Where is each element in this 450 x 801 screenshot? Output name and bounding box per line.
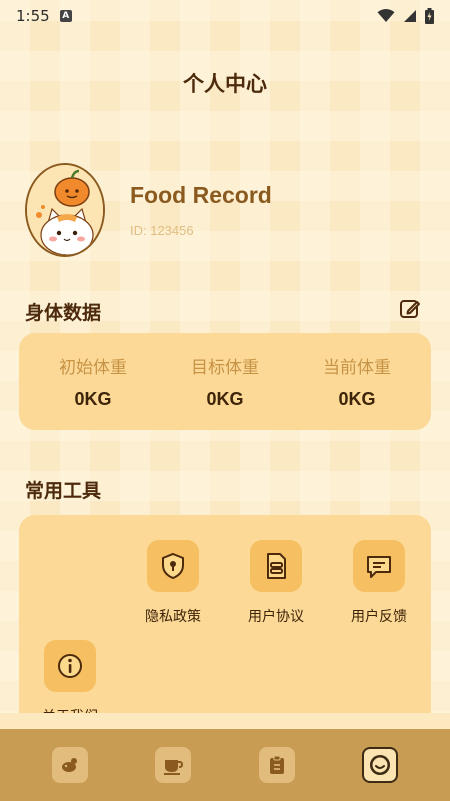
stat-target-weight: 目标体重 0KG [165,353,285,410]
tool-label: 隐私政策 [145,609,201,625]
stat-value: 0KG [206,389,244,409]
message-icon [367,556,391,578]
info-icon [58,654,82,678]
avatar[interactable] [25,163,105,257]
cup-icon [164,760,184,775]
profile-name: Food Record [130,182,272,208]
signal-icon [404,10,416,22]
clipboard-icon [269,755,284,774]
stat-label: 目标体重 [191,358,259,378]
notification-a-icon: A [59,10,72,22]
food-icon [61,758,77,772]
bottom-tab-bar [0,729,450,801]
tab-drinks[interactable] [155,747,192,783]
stat-initial-weight: 初始体重 0KG [33,353,153,410]
battery-icon [425,8,434,24]
stat-value: 0KG [74,389,112,409]
profile-id: ID: 123456 [130,223,194,238]
tool-user-feedback[interactable]: 用户反馈 [339,540,419,626]
stat-label: 初始体重 [59,358,127,378]
tools-title: 常用工具 [25,480,102,502]
tool-label: 用户协议 [248,609,304,625]
tab-bar-divider [0,713,450,729]
tool-user-agreement[interactable]: 用户协议 [236,540,316,626]
tab-food[interactable] [51,747,88,783]
page-title: 个人中心 [183,72,267,96]
profile-face-icon [370,755,391,775]
body-data-title: 身体数据 [25,302,102,324]
status-time: 1:55 [16,7,50,25]
shield-lock-icon [162,552,184,580]
tab-records[interactable] [258,747,295,783]
body-data-card: 初始体重 0KG 目标体重 0KG 当前体重 0KG [19,333,431,430]
stat-value: 0KG [338,389,376,409]
wifi-icon [377,9,395,22]
tool-privacy-policy[interactable]: 隐私政策 [133,540,213,626]
status-indicators [377,8,434,24]
edit-icon[interactable] [398,297,422,321]
status-bar: 1:55 A [0,0,450,32]
stat-label: 当前体重 [323,358,391,378]
stat-current-weight: 当前体重 0KG [297,353,417,410]
tools-card: 隐私政策 用户协议 用户反馈 [19,515,431,730]
tab-profile[interactable] [362,747,399,783]
cat-pumpkin-avatar-icon [27,165,103,255]
document-icon [267,553,286,579]
tool-label: 用户反馈 [351,609,407,625]
